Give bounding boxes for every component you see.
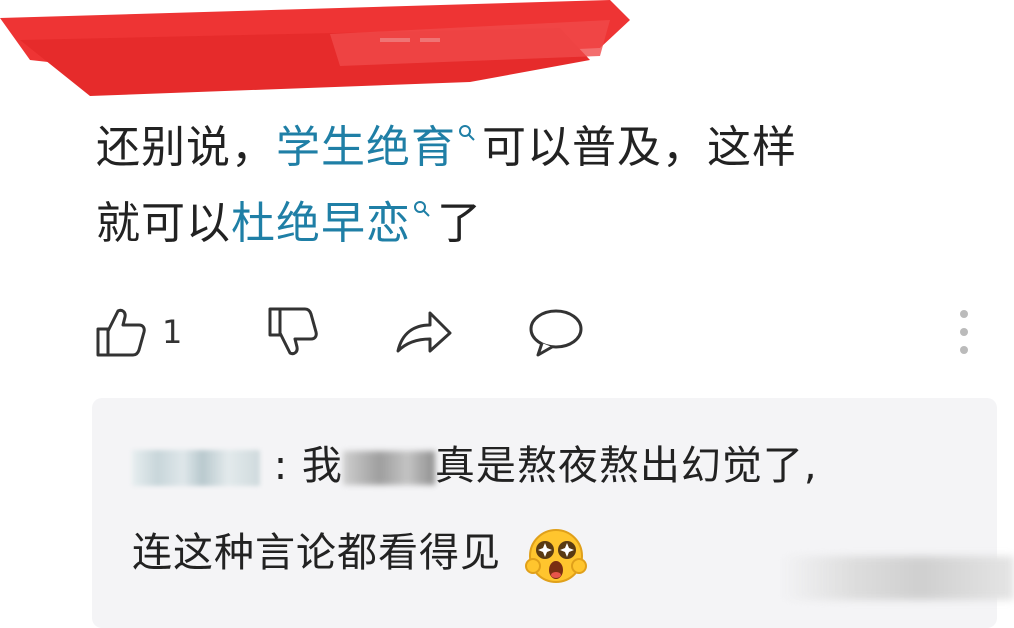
like-button[interactable]: 1	[92, 300, 182, 364]
thumbs-up-icon	[96, 308, 146, 357]
keyword-link-2[interactable]: 杜绝早恋	[231, 198, 411, 249]
comment-icon	[529, 309, 583, 357]
comment-line-1: 还别说，学生绝育 可以普及，这样	[96, 110, 976, 186]
keyword-link-1[interactable]: 学生绝育	[276, 122, 456, 173]
dislike-button[interactable]	[264, 300, 322, 364]
blurred-username	[132, 450, 260, 486]
comment-text: 还别说，学生绝育 可以普及，这样 就可以杜绝早恋了	[96, 110, 976, 262]
blurred-corner	[780, 556, 1014, 600]
comment-text-part: 就可以	[96, 198, 231, 249]
search-icon[interactable]	[413, 200, 431, 218]
comment-action-bar: 1	[92, 300, 992, 364]
star-eyes-emoji-icon	[524, 529, 587, 583]
reply-text: 连这种言论都看得见	[132, 530, 501, 576]
share-button[interactable]	[394, 300, 454, 364]
more-icon	[960, 310, 968, 354]
blurred-text	[342, 451, 435, 485]
like-count: 1	[162, 313, 183, 351]
reply-button[interactable]	[526, 300, 586, 364]
comment-text-part: 了	[437, 198, 482, 249]
more-options-button[interactable]	[956, 300, 972, 364]
reply-line-2: 连这种言论都看得见	[132, 522, 589, 588]
reply-colon: :	[273, 443, 289, 489]
comment-text-part: 还别说，	[96, 122, 276, 173]
comment-text-part: 可以普及，这样	[482, 122, 797, 173]
redaction-scribble	[0, 0, 630, 96]
share-icon	[396, 311, 452, 353]
reply-text: 我	[301, 443, 343, 489]
comment-line-2: 就可以杜绝早恋了	[96, 186, 976, 262]
search-icon[interactable]	[458, 124, 476, 142]
thumbs-down-icon	[268, 307, 318, 356]
reply-line-1: : 我 真是熬夜熬出幻觉了,	[132, 438, 818, 494]
reply-text: 真是熬夜熬出幻觉了,	[434, 443, 818, 489]
